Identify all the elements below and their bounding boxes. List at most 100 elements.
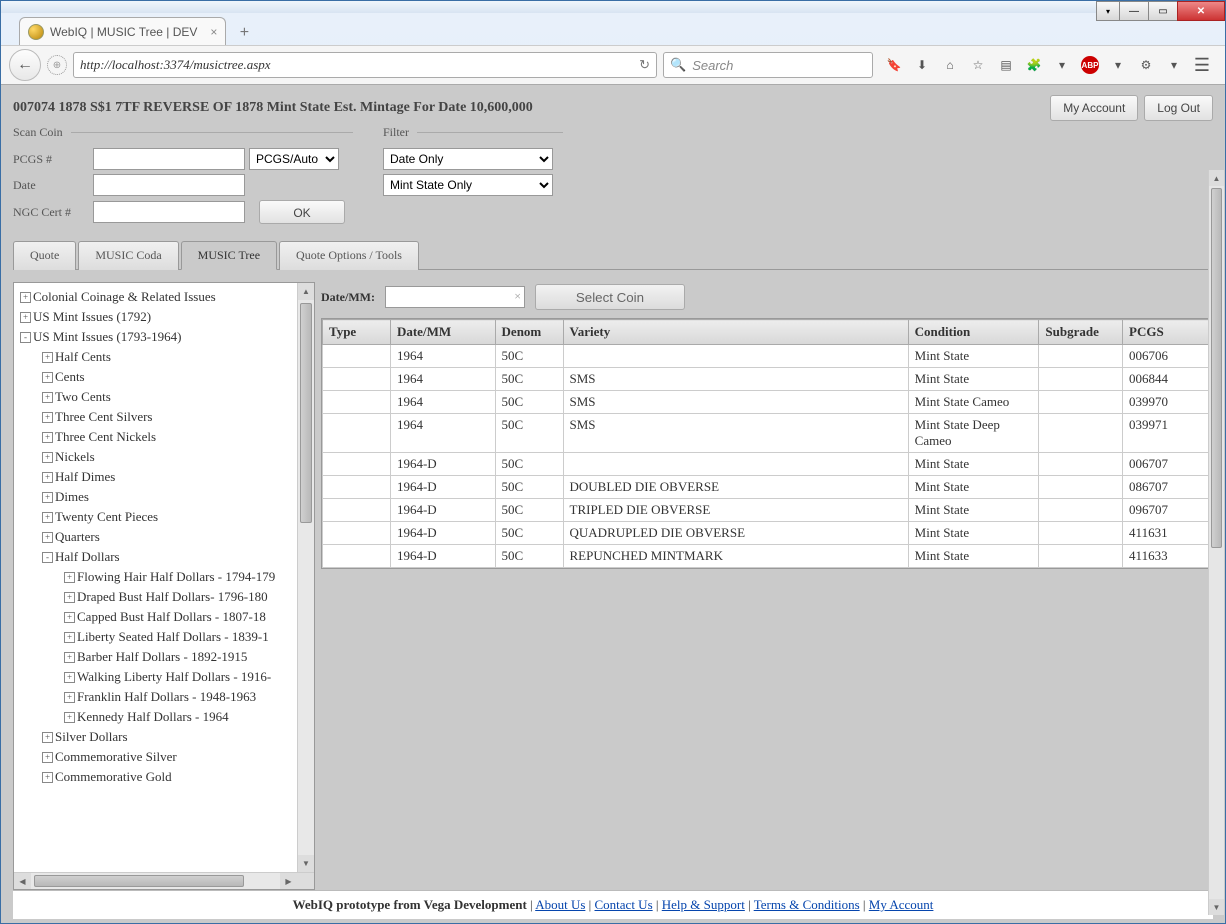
back-button[interactable]: ← <box>9 49 41 81</box>
tree-node[interactable]: +Half Cents <box>14 347 314 367</box>
my-account-button[interactable]: My Account <box>1050 95 1138 121</box>
addon-icon[interactable]: 🧩 <box>1025 58 1043 72</box>
dropdown-icon[interactable]: ▾ <box>1053 58 1071 72</box>
date-mm-input[interactable] <box>385 286 525 308</box>
expand-icon[interactable]: + <box>64 612 75 623</box>
bookmark-this-icon[interactable]: 🔖 <box>885 58 903 72</box>
table-row[interactable]: 1964-D50CTRIPLED DIE OBVERSEMint State09… <box>323 499 1212 522</box>
url-bar[interactable]: http://localhost:3374/musictree.aspx ↻ <box>73 52 657 78</box>
tree-node[interactable]: +Capped Bust Half Dollars - 1807-18 <box>14 607 314 627</box>
mint-state-select[interactable]: Mint State Only <box>383 174 553 196</box>
tab-music-coda[interactable]: MUSIC Coda <box>78 241 178 270</box>
tree-vscrollbar[interactable]: ▲ ▼ <box>297 283 314 872</box>
library-icon[interactable]: ▤ <box>997 58 1015 72</box>
scroll-left-icon[interactable]: ◀ <box>14 873 31 889</box>
table-row[interactable]: 196450CMint State006706 <box>323 345 1212 368</box>
hamburger-menu-icon[interactable]: ☰ <box>1193 55 1211 76</box>
expand-icon[interactable]: + <box>42 412 53 423</box>
tree-node[interactable]: -US Mint Issues (1793-1964) <box>14 327 314 347</box>
reload-icon[interactable]: ↻ <box>639 57 650 73</box>
tree-node[interactable]: +Cents <box>14 367 314 387</box>
tree-node[interactable]: +Commemorative Gold <box>14 767 314 787</box>
column-header[interactable]: Condition <box>908 320 1039 345</box>
collapse-icon[interactable]: - <box>42 552 53 563</box>
column-header[interactable]: Date/MM <box>390 320 495 345</box>
table-row[interactable]: 196450CSMSMint State Deep Cameo039971 <box>323 414 1212 453</box>
tree-node[interactable]: +Walking Liberty Half Dollars - 1916- <box>14 667 314 687</box>
tree-node[interactable]: +Barber Half Dollars - 1892-1915 <box>14 647 314 667</box>
home-icon[interactable]: ⌂ <box>941 58 959 72</box>
pcgs-auto-select[interactable]: PCGS/Auto <box>249 148 339 170</box>
column-header[interactable]: Subgrade <box>1039 320 1123 345</box>
log-out-button[interactable]: Log Out <box>1144 95 1213 121</box>
tab-quote-options[interactable]: Quote Options / Tools <box>279 241 419 270</box>
bookmarks-star-icon[interactable]: ☆ <box>969 58 987 72</box>
column-header[interactable]: PCGS <box>1123 320 1212 345</box>
tab-close-icon[interactable]: × <box>210 25 217 39</box>
page-vscrollbar[interactable]: ▲ ▼ <box>1208 170 1224 915</box>
scroll-down-icon[interactable]: ▼ <box>298 855 314 872</box>
scroll-up-icon[interactable]: ▲ <box>1209 170 1224 186</box>
ngc-input[interactable] <box>93 201 245 223</box>
tree-node[interactable]: +Draped Bust Half Dollars- 1796-180 <box>14 587 314 607</box>
pcgs-input[interactable] <box>93 148 245 170</box>
expand-icon[interactable]: + <box>64 592 75 603</box>
tree-node[interactable]: +Kennedy Half Dollars - 1964 <box>14 707 314 727</box>
column-header[interactable]: Type <box>323 320 391 345</box>
expand-icon[interactable]: + <box>64 572 75 583</box>
extension-icon[interactable]: ⚙ <box>1137 58 1155 72</box>
expand-icon[interactable]: + <box>20 312 31 323</box>
table-row[interactable]: 1964-D50CMint State006707 <box>323 453 1212 476</box>
expand-icon[interactable]: + <box>42 352 53 363</box>
table-row[interactable]: 1964-D50CDOUBLED DIE OBVERSEMint State08… <box>323 476 1212 499</box>
tree-node[interactable]: +Twenty Cent Pieces <box>14 507 314 527</box>
ok-button[interactable]: OK <box>259 200 345 224</box>
tree-node[interactable]: +Nickels <box>14 447 314 467</box>
select-coin-button[interactable]: Select Coin <box>535 284 685 310</box>
tree-body[interactable]: +Colonial Coinage & Related Issues+US Mi… <box>14 283 314 889</box>
tree-node[interactable]: +Two Cents <box>14 387 314 407</box>
expand-icon[interactable]: + <box>64 712 75 723</box>
expand-icon[interactable]: + <box>64 652 75 663</box>
downloads-icon[interactable]: ⬇ <box>913 58 931 72</box>
scroll-thumb-h[interactable] <box>34 875 244 887</box>
date-only-select[interactable]: Date Only <box>383 148 553 170</box>
expand-icon[interactable]: + <box>64 632 75 643</box>
tree-node[interactable]: +Silver Dollars <box>14 727 314 747</box>
clear-icon[interactable]: × <box>514 289 521 304</box>
column-header[interactable]: Denom <box>495 320 563 345</box>
identity-icon[interactable]: ⊕ <box>47 55 67 75</box>
new-tab-button[interactable]: + <box>230 21 258 45</box>
collapse-icon[interactable]: - <box>20 332 31 343</box>
scroll-up-icon[interactable]: ▲ <box>298 283 314 300</box>
table-row[interactable]: 1964-D50CQUADRUPLED DIE OBVERSEMint Stat… <box>323 522 1212 545</box>
scroll-down-icon[interactable]: ▼ <box>1209 899 1224 915</box>
scroll-right-icon[interactable]: ▶ <box>280 873 297 889</box>
expand-icon[interactable]: + <box>42 372 53 383</box>
expand-icon[interactable]: + <box>42 392 53 403</box>
tree-node[interactable]: +Colonial Coinage & Related Issues <box>14 287 314 307</box>
tree-hscrollbar[interactable]: ◀ ▶ <box>14 872 314 889</box>
tree-node[interactable]: +Three Cent Nickels <box>14 427 314 447</box>
expand-icon[interactable]: + <box>42 432 53 443</box>
footer-help-link[interactable]: Help & Support <box>662 897 745 912</box>
table-row[interactable]: 196450CSMSMint State006844 <box>323 368 1212 391</box>
expand-icon[interactable]: + <box>42 732 53 743</box>
tree-node[interactable]: +Flowing Hair Half Dollars - 1794-179 <box>14 567 314 587</box>
expand-icon[interactable]: + <box>42 752 53 763</box>
expand-icon[interactable]: + <box>20 292 31 303</box>
tree-node[interactable]: +Three Cent Silvers <box>14 407 314 427</box>
expand-icon[interactable]: + <box>42 492 53 503</box>
footer-about-link[interactable]: About Us <box>535 897 585 912</box>
tab-music-tree[interactable]: MUSIC Tree <box>181 241 277 270</box>
tree-node[interactable]: +US Mint Issues (1792) <box>14 307 314 327</box>
footer-terms-link[interactable]: Terms & Conditions <box>754 897 860 912</box>
expand-icon[interactable]: + <box>42 772 53 783</box>
search-bar[interactable]: 🔍 Search <box>663 52 873 78</box>
tree-node[interactable]: +Franklin Half Dollars - 1948-1963 <box>14 687 314 707</box>
expand-icon[interactable]: + <box>42 532 53 543</box>
expand-icon[interactable]: + <box>64 692 75 703</box>
footer-account-link[interactable]: My Account <box>869 897 934 912</box>
tree-node[interactable]: +Quarters <box>14 527 314 547</box>
tree-node[interactable]: -Half Dollars <box>14 547 314 567</box>
